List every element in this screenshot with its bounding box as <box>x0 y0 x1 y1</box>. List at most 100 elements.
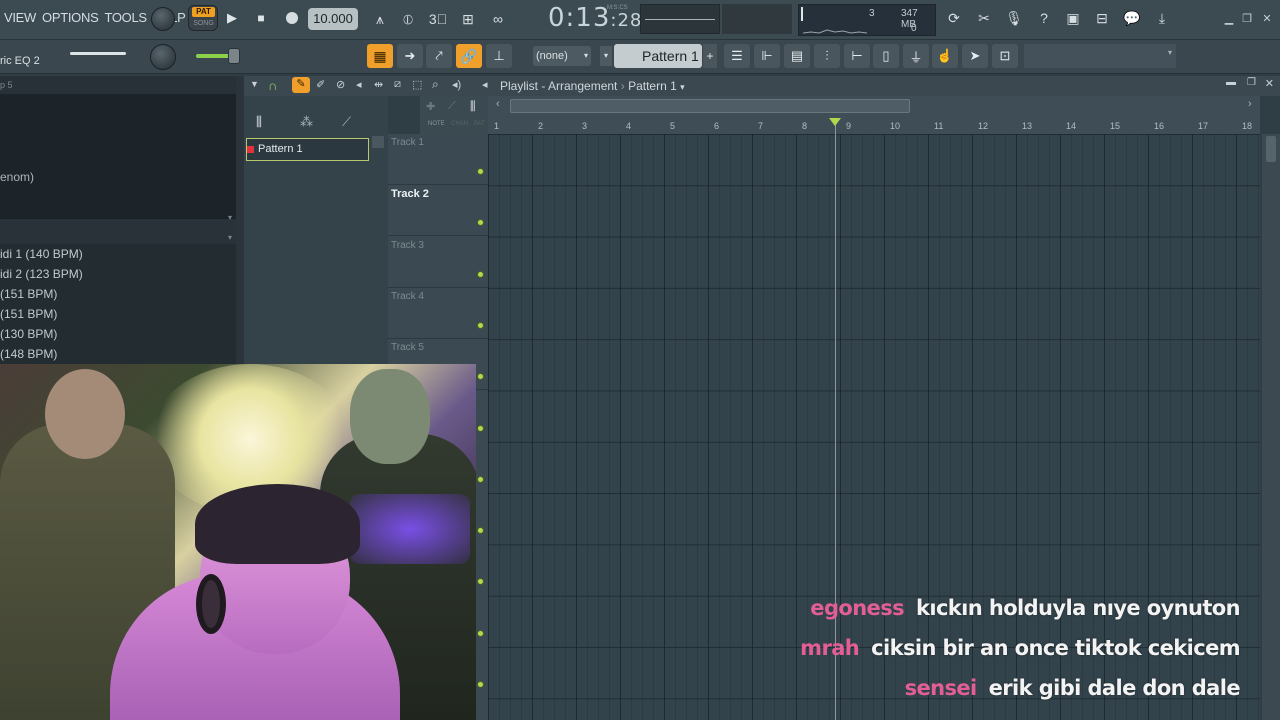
picker-scroll-button[interactable] <box>372 136 384 148</box>
touch-controller-button[interactable]: ☝ <box>932 44 958 68</box>
list-item[interactable]: (148 BPM) <box>0 344 236 364</box>
paint-tool-icon[interactable]: ✐ <box>316 78 325 91</box>
brush-button[interactable]: ⤤ <box>426 44 452 68</box>
master-volume-knob[interactable] <box>151 7 175 31</box>
list-item[interactable]: (130 BPM) <box>0 324 236 344</box>
track-mute-dot[interactable] <box>477 373 484 381</box>
stop-button[interactable]: ■ <box>251 8 271 28</box>
pattern-selector[interactable]: Pattern 1 <box>614 44 702 68</box>
zoom-tool-icon[interactable]: ⌕ <box>432 77 439 92</box>
track-link-icon[interactable]: ⟋ <box>448 100 456 113</box>
slip-tool-icon[interactable]: ⇹ <box>374 78 383 91</box>
piano-icon[interactable]: ⫼ <box>470 99 476 114</box>
mixer-button[interactable]: ⫶ <box>814 44 840 68</box>
list-item[interactable]: (151 BPM) <box>0 304 236 324</box>
close-button[interactable]: ✕ <box>1260 12 1274 26</box>
track-tool-icon[interactable]: ✚ <box>426 100 435 113</box>
metronome-button[interactable]: ⩚ <box>368 7 392 31</box>
list-item[interactable]: idi 1 (140 BPM) <box>0 244 236 264</box>
browser-tree-button[interactable]: ⊢ <box>844 44 870 68</box>
playlist-window-button[interactable]: ☰ <box>724 44 750 68</box>
delete-tool-icon[interactable]: ⊘ <box>336 78 345 91</box>
snap-pattern-button[interactable]: ▦ <box>367 44 393 68</box>
slice-tool-icon[interactable]: ⧄ <box>394 78 401 91</box>
close-icon[interactable]: ✕ <box>1265 77 1274 90</box>
news-button[interactable]: ➤ <box>962 44 988 68</box>
tempo-display[interactable]: 10.000 <box>308 8 358 30</box>
countdown-button[interactable]: 3⃝ <box>426 7 450 31</box>
menu-tools[interactable]: TOOLS <box>104 10 147 25</box>
cut-button[interactable]: ✂ <box>972 6 996 30</box>
channel-knob[interactable] <box>150 44 176 70</box>
add-pattern-button[interactable]: + <box>703 44 717 68</box>
midi-button[interactable]: ⊟ <box>1090 6 1114 30</box>
track-mute-dot[interactable] <box>477 321 484 329</box>
step-edit-button[interactable]: ⊞ <box>456 7 480 31</box>
help-button[interactable]: ? <box>1032 6 1056 30</box>
download-button[interactable]: ⤓ <box>1150 6 1174 30</box>
channel-rack-button[interactable]: ▤ <box>784 44 810 68</box>
bar-numbers: 1 2 3 4 5 6 7 8 9 10 11 12 13 14 15 16 17 18 <box>488 118 1260 134</box>
snap-select[interactable]: (none) ▾ <box>533 46 591 66</box>
tree-icon: ⊢ <box>851 48 863 63</box>
project-notes-button[interactable]: ▯ <box>873 44 899 68</box>
select-tool-icon[interactable]: ⬚ <box>412 78 422 91</box>
browser-divider[interactable] <box>236 76 244 364</box>
preset-slider[interactable] <box>70 52 126 55</box>
undo-button[interactable]: ⟳ <box>942 6 966 30</box>
output-select[interactable]: ▾ <box>1024 44 1176 68</box>
menu-arrow-icon[interactable]: ▼ <box>250 79 259 89</box>
arrow-button[interactable]: ➜ <box>397 44 423 68</box>
automation-icon[interactable]: ⟋ <box>342 114 351 130</box>
menu-view[interactable]: VIEW <box>4 10 36 25</box>
playlist-horizontal-scrollbar[interactable] <box>510 99 910 113</box>
piano-icon[interactable]: ⫼ <box>256 114 262 130</box>
list-item[interactable]: idi 2 (123 BPM) <box>0 264 236 284</box>
track-mute-dot[interactable] <box>477 270 484 278</box>
restore-button[interactable]: ❐ <box>1240 12 1254 26</box>
track-mute-dot[interactable] <box>477 219 484 227</box>
audio-icon[interactable]: ⁂ <box>300 114 313 130</box>
track-mute-dot[interactable] <box>477 681 484 688</box>
mute-tool-icon[interactable]: ◂ <box>356 78 362 91</box>
record-audio-button[interactable]: 🎙 <box>1002 6 1026 30</box>
loop-record-button[interactable]: ∞ <box>486 7 510 31</box>
link-button[interactable]: 🔗 <box>456 44 482 68</box>
menu-options[interactable]: OPTIONS <box>42 10 99 25</box>
list-item[interactable]: (151 BPM) <box>0 284 236 304</box>
record-button[interactable] <box>280 6 304 30</box>
track-mute-dot[interactable] <box>477 629 484 637</box>
plugin-database-button[interactable]: ⏚ <box>903 44 929 68</box>
minimize-button[interactable]: ▁ <box>1222 12 1236 26</box>
playlist-pattern-crumb[interactable]: Pattern 1 <box>628 79 677 93</box>
scroll-left-icon[interactable]: ‹ <box>496 98 500 110</box>
track-mute-dot[interactable] <box>477 168 484 175</box>
wait-input-button[interactable]: ⦶ <box>396 7 420 31</box>
pattern-dropdown[interactable]: ▾ <box>600 46 612 66</box>
save-button[interactable]: ▣ <box>1061 6 1085 30</box>
track-mute-dot[interactable] <box>477 578 484 586</box>
pencil-tool-icon[interactable]: ✎ <box>292 77 310 93</box>
track-mute-dot[interactable] <box>477 424 484 432</box>
master-pitch-thumb[interactable] <box>228 48 240 64</box>
scroll-right-icon[interactable]: › <box>1248 98 1252 110</box>
minimize-icon[interactable]: ▬ <box>1226 77 1236 88</box>
mixer-icon: ⫶ <box>825 48 829 63</box>
stamp-button[interactable]: ⊥ <box>486 44 512 68</box>
top-toolbar: VIEW OPTIONS TOOLS HELP PAT SONG ▶ ■ 10.… <box>0 0 1280 40</box>
track-mute-dot[interactable] <box>477 475 484 483</box>
pattern-picker-item[interactable]: Pattern 1 <box>246 138 369 161</box>
speech-bubble-icon: 💬 <box>1123 9 1141 26</box>
track-mute-dot[interactable] <box>477 527 484 535</box>
piano-roll-window-button[interactable]: ⊩ <box>754 44 780 68</box>
playlist-vertical-scrollbar[interactable] <box>1262 134 1280 720</box>
shop-button[interactable]: ⊡ <box>992 44 1018 68</box>
play-button[interactable]: ▶ <box>222 8 242 28</box>
magnet-icon[interactable]: ∩ <box>268 78 277 93</box>
vertical-scroll-thumb[interactable] <box>1266 136 1276 162</box>
chat-button[interactable]: 💬 <box>1120 6 1144 30</box>
playhead-marker[interactable] <box>829 118 841 126</box>
pat-song-toggle[interactable]: PAT SONG <box>188 5 218 31</box>
restore-icon[interactable]: ❐ <box>1247 77 1256 88</box>
playback-tool-icon[interactable]: ◂) <box>452 78 461 91</box>
